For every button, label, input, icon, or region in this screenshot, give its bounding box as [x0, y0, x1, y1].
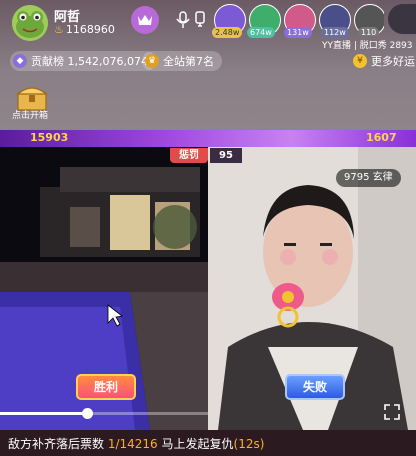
follow-button[interactable]: [131, 6, 159, 34]
site-rank-label: 全站第7名: [163, 55, 214, 68]
viewer-badge: 131w: [284, 27, 312, 38]
viewer-badge: 112w: [321, 27, 349, 38]
coin-icon: ¥: [353, 54, 367, 68]
notice-middle: 马上发起复仇: [157, 437, 234, 451]
viewer-badge: 674w: [247, 27, 275, 38]
viewer-avatar-3[interactable]: 131w: [284, 4, 316, 38]
lucky-pill[interactable]: ¥ 更多好运: [350, 51, 415, 71]
viewer-avatar-2[interactable]: 674w: [247, 4, 281, 38]
fullscreen-icon[interactable]: [384, 404, 400, 420]
notice-count: 1/14216: [107, 437, 158, 451]
guest-name-tag[interactable]: 9795 玄律: [336, 169, 401, 187]
left-score: 15903: [30, 131, 69, 144]
revenge-notice: 敌方补齐落后票数 1/14216 马上发起复仇(12s): [8, 435, 264, 452]
frog-avatar-icon: [12, 5, 48, 41]
chest-label[interactable]: 点击开箱: [12, 108, 48, 121]
punish-tag: 惩罚: [170, 148, 208, 163]
notice-prefix: 敌方补齐落后票数: [8, 437, 108, 451]
mic-icon[interactable]: [175, 11, 191, 29]
viewer-badge: 110: [358, 27, 380, 36]
more-luck-label: 更多好运: [371, 55, 415, 68]
host-id: ♨ 1168960: [54, 23, 115, 36]
video-progress-fill: [0, 412, 88, 415]
viewer-badge: 2.48w: [212, 27, 243, 38]
notice-timer: (12s): [233, 437, 265, 451]
crown-icon: ♛: [145, 54, 159, 68]
punish-count: 95: [210, 148, 242, 163]
host-avatar[interactable]: [12, 5, 48, 41]
viewer-avatar-5[interactable]: 110: [354, 4, 384, 36]
viewer-avatar-1[interactable]: 2.48w: [212, 4, 246, 38]
contribution-rank-pill[interactable]: ◆ 贡献榜 1,542,076,074: [10, 51, 156, 71]
viewer-avatar-4[interactable]: 112w: [319, 4, 351, 38]
diamond-icon: ◆: [13, 54, 27, 68]
lose-badge: 失败: [285, 374, 345, 400]
site-rank-pill[interactable]: ♛ 全站第7名: [142, 51, 222, 71]
right-score: 1607: [366, 131, 397, 144]
host-id-value: 1168960: [65, 23, 115, 36]
win-badge: 胜利: [76, 374, 136, 400]
flame-icon: ♨: [54, 23, 64, 36]
viewer-avatar-6[interactable]: [388, 4, 416, 34]
yy-channel-info[interactable]: YY直播 | 脱口秀 2893: [322, 38, 413, 51]
crown-heart-icon: [138, 15, 152, 25]
link-mic-icon[interactable]: [193, 11, 207, 29]
contribution-label: 贡献榜 1,542,076,074: [31, 55, 148, 68]
